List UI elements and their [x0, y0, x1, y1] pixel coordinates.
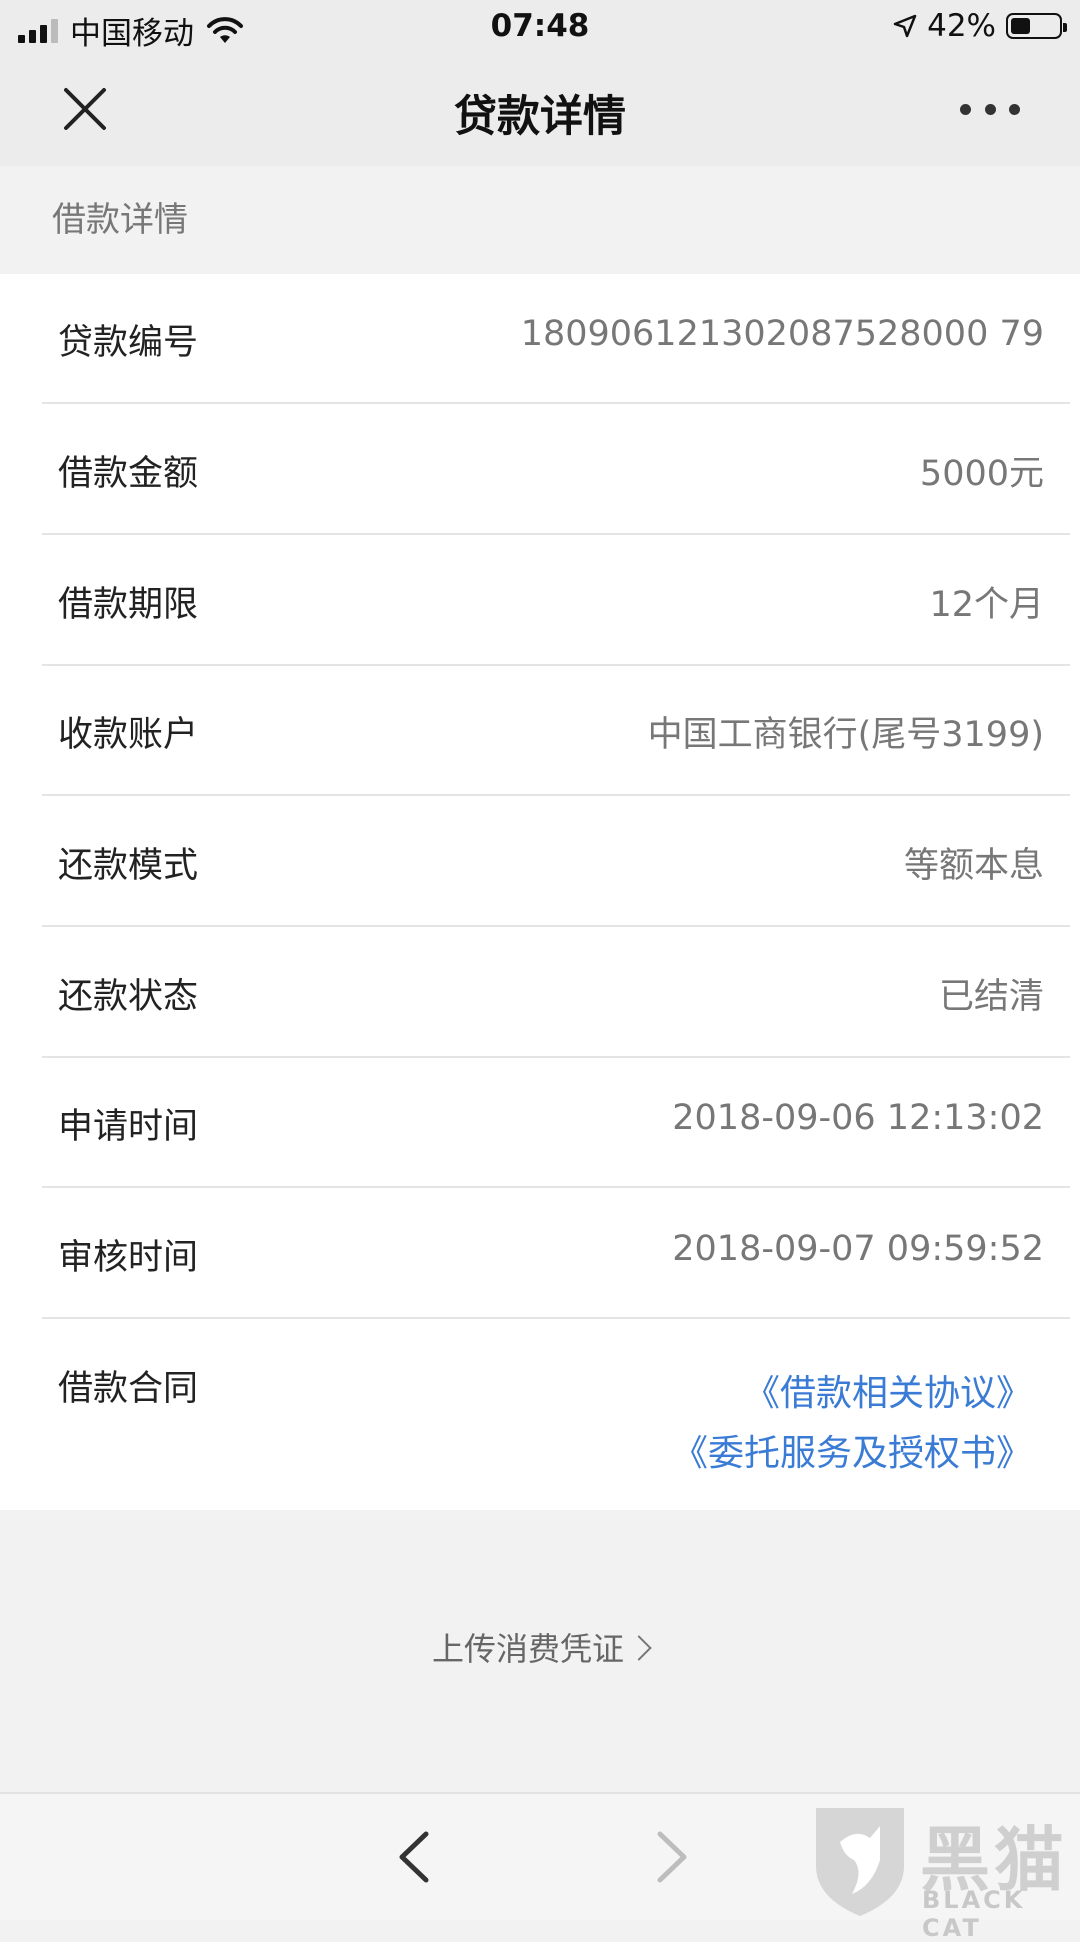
chevron-left-icon: [399, 1831, 429, 1883]
status-bar: 中国移动 07:48 42%: [0, 0, 1080, 54]
upload-receipt-label: 上传消费凭证: [431, 1630, 624, 1668]
more-button[interactable]: [960, 84, 1020, 134]
location-arrow-icon: [893, 14, 917, 38]
row-contract: 借款合同 《借款相关协议》 《委托服务及授权书》: [42, 1320, 1070, 1516]
row-label: 审核时间: [58, 1238, 199, 1278]
watermark-brand-en: BLACK CAT: [922, 1886, 1026, 1942]
row-label: 贷款编号: [58, 323, 199, 363]
more-icon-dot: [984, 103, 996, 115]
more-icon-dot: [1009, 103, 1020, 115]
more-icon: [960, 103, 971, 115]
row-repayment-mode: 还款模式 等额本息: [42, 797, 1070, 927]
contract-links: 《借款相关协议》 《委托服务及授权书》: [672, 1364, 1032, 1484]
close-button[interactable]: [60, 84, 110, 134]
row-loan-amount: 借款金额 5000元: [42, 405, 1070, 535]
row-loan-term: 借款期限 12个月: [42, 536, 1070, 666]
row-label: 还款状态: [58, 977, 199, 1017]
cat-shield-icon: [816, 1808, 904, 1916]
row-value: 已结清: [938, 977, 1044, 1017]
row-label: 借款金额: [58, 454, 199, 494]
row-value: 中国工商银行(尾号3199): [647, 715, 1044, 755]
section-header: 借款详情: [0, 166, 1080, 274]
page-title: 贷款详情: [454, 92, 626, 142]
forward-button[interactable]: [646, 1830, 696, 1884]
row-repayment-status: 还款状态 已结清: [42, 928, 1070, 1058]
row-value: 5000元: [919, 454, 1044, 494]
row-label: 收款账户: [58, 715, 199, 755]
row-apply-time: 申请时间 2018-09-06 12:13:02: [42, 1058, 1070, 1188]
close-icon: [64, 88, 106, 130]
row-label: 借款期限: [58, 585, 199, 625]
upload-receipt-link[interactable]: 上传消费凭证: [0, 1624, 1080, 1670]
row-value: 180906121302087528000 79: [520, 314, 1044, 354]
battery-percent: 42%: [927, 8, 996, 44]
row-receiving-account: 收款账户 中国工商银行(尾号3199): [42, 666, 1070, 796]
row-label: 申请时间: [58, 1107, 199, 1147]
battery-icon: [1006, 13, 1067, 39]
row-value: 2018-09-06 12:13:02: [672, 1098, 1044, 1138]
status-right: 42%: [893, 8, 1067, 44]
row-value: 2018-09-07 09:59:52: [672, 1229, 1044, 1269]
authorization-letter-link[interactable]: 《委托服务及授权书》: [672, 1424, 1032, 1484]
loan-agreement-link[interactable]: 《借款相关协议》: [672, 1364, 1032, 1424]
row-label: 借款合同: [58, 1369, 199, 1409]
row-loan-number: 贷款编号 180906121302087528000 79: [42, 274, 1070, 404]
back-button[interactable]: [390, 1830, 440, 1884]
battery-fill: [1011, 18, 1031, 34]
row-value: 等额本息: [903, 846, 1044, 886]
loan-detail-card: 贷款编号 180906121302087528000 79 借款金额 5000元…: [0, 274, 1080, 1510]
nav-bar: 贷款详情: [0, 54, 1080, 166]
row-review-time: 审核时间 2018-09-07 09:59:52: [42, 1189, 1070, 1319]
chevron-right-icon: [657, 1831, 687, 1883]
row-value: 12个月: [929, 585, 1044, 625]
watermark: 黑猫 BLACK CAT: [810, 1800, 1080, 1942]
row-label: 还款模式: [58, 846, 199, 886]
chevron-right-icon: [626, 1635, 652, 1661]
